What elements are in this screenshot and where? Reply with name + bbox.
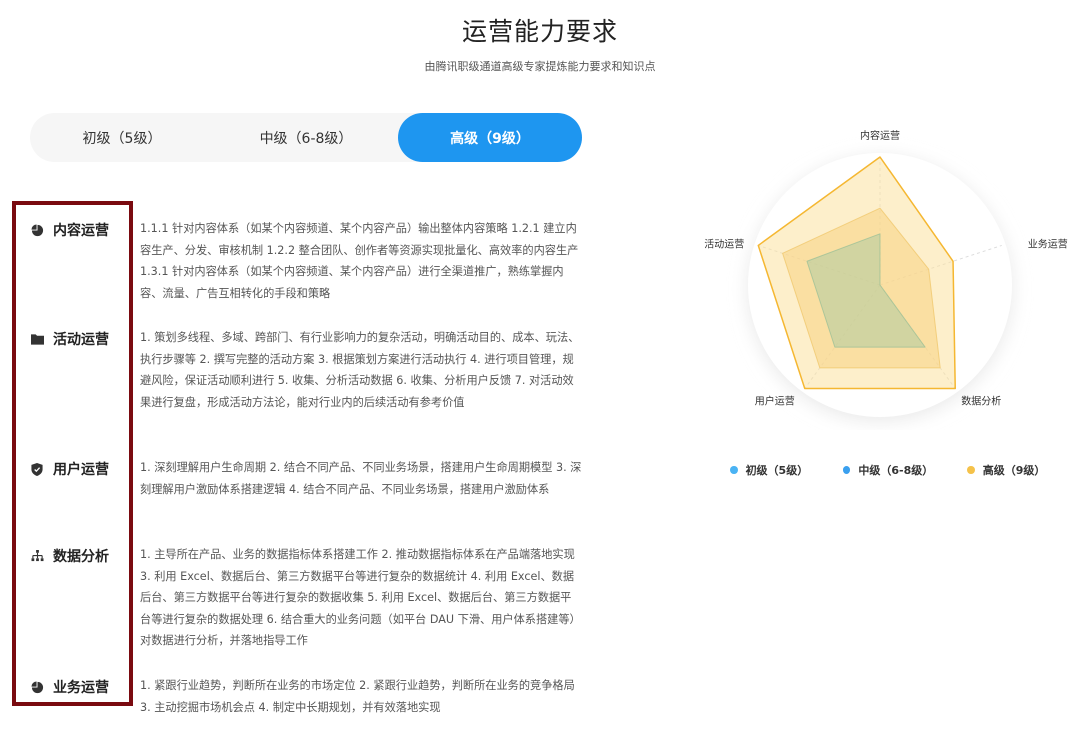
section-label: 数据分析 xyxy=(53,549,109,565)
shield-icon xyxy=(30,462,44,476)
hierarchy-icon xyxy=(30,549,44,563)
radar-axis-label: 业务运营 xyxy=(1028,237,1068,250)
radar-axis-label: 活动运营 xyxy=(704,237,744,250)
tab-senior[interactable]: 高级（9级） xyxy=(398,113,582,162)
pie-chart-icon xyxy=(30,223,44,237)
section-text: 1.1.1 针对内容体系（如某个内容频道、某个内容产品）输出整体内容策略 1.2… xyxy=(140,222,579,300)
section-label: 活动运营 xyxy=(53,332,109,348)
legend-dot xyxy=(842,466,851,474)
legend-item-senior[interactable]: 高级（9级） xyxy=(967,462,1045,478)
highlight-box xyxy=(12,201,133,706)
legend-dot xyxy=(967,466,975,474)
level-tabs: 初级（5级） 中级（6-8级） 高级（9级） xyxy=(30,113,582,162)
tab-intermediate[interactable]: 中级（6-8级） xyxy=(214,113,398,162)
section-label: 内容运营 xyxy=(53,223,109,239)
radar-axis-label: 数据分析 xyxy=(961,395,1001,408)
tab-junior[interactable]: 初级（5级） xyxy=(30,113,214,162)
section-text: 1. 紧跟行业趋势，判断所在业务的市场定位 2. 紧跟行业趋势，判断所在业务的竞… xyxy=(140,679,575,714)
section-text: 1. 策划多线程、多域、跨部门、有行业影响力的复杂活动，明确活动目的、成本、玩法… xyxy=(140,331,580,409)
section-text: 1. 深刻理解用户生命周期 2. 结合不同产品、不同业务场景，搭建用户生命周期模… xyxy=(140,461,582,496)
pie-chart-icon xyxy=(30,680,44,694)
radar-chart: 内容运营业务运营数据分析 用户运营 活动运营 xyxy=(704,129,1068,421)
radar-axis-label: 用户运营 xyxy=(755,395,795,408)
legend-item-junior[interactable]: 初级（5级） xyxy=(730,462,808,478)
page-subtitle: 由腾讯职级通道高级专家提炼能力要求和知识点 xyxy=(424,60,656,73)
legend-item-intermediate[interactable]: 中级（6-8级） xyxy=(842,462,933,478)
radar-axis-label: 内容运营 xyxy=(860,129,900,142)
folder-icon xyxy=(30,332,44,346)
section-label: 用户运营 xyxy=(53,462,109,478)
page-title: 运营能力要求 xyxy=(461,17,618,46)
chart-legend: 初级（5级） 中级（6-8级） 高级（9级） xyxy=(730,462,1080,478)
section-text: 1. 主导所在产品、业务的数据指标体系搭建工作 2. 推动数据指标体系在产品端落… xyxy=(140,548,581,647)
legend-dot xyxy=(730,466,738,474)
section-label: 业务运营 xyxy=(53,680,109,696)
